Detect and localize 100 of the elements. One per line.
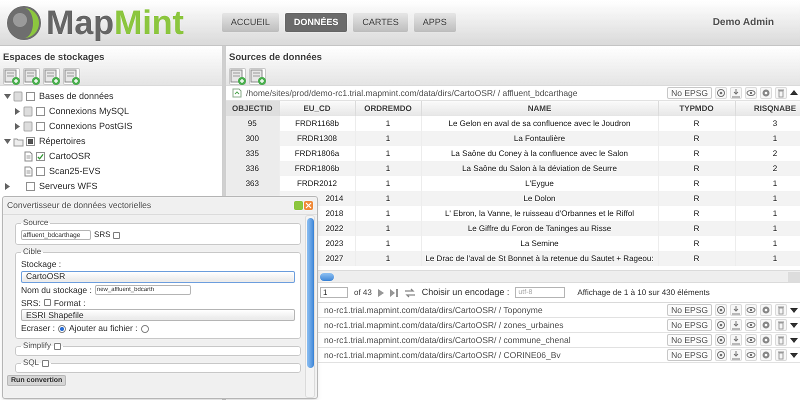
radio-button[interactable] — [140, 324, 149, 333]
eye-icon[interactable] — [746, 88, 756, 98]
checkbox[interactable] — [36, 167, 45, 176]
fieldset-legend: Simplify — [23, 340, 52, 352]
checkbox[interactable] — [26, 182, 35, 191]
field-label: Ecraser : — [21, 322, 56, 335]
nav-tab[interactable]: ACCUEIL — [222, 13, 279, 32]
table-cell-text: Le Dolon — [523, 194, 556, 202]
add-table-icon[interactable] — [4, 68, 20, 85]
table-cell-text: R — [694, 194, 700, 202]
tree-item-label[interactable]: Répertoires — [39, 134, 86, 148]
table-cell-text: 1 — [772, 134, 778, 142]
checkbox[interactable] — [42, 360, 50, 366]
collapse-arrow-icon[interactable] — [4, 138, 11, 145]
download-icon[interactable] — [731, 335, 741, 345]
trash-icon[interactable] — [776, 350, 786, 360]
expand-arrow-icon[interactable] — [14, 123, 21, 130]
collapse-caret-icon[interactable] — [790, 89, 798, 97]
column-header[interactable]: OBJECTID — [226, 101, 279, 116]
scrollbar-thumb[interactable] — [320, 272, 334, 280]
nav-tab[interactable]: APPS — [414, 13, 456, 32]
trash-icon[interactable] — [776, 305, 786, 315]
nav-tab[interactable]: DONNÉES — [284, 13, 348, 32]
download-icon[interactable] — [731, 320, 741, 330]
tree-item-label[interactable]: Scan25-EVS — [49, 164, 101, 178]
table-cell-text: FRDR2012 — [296, 178, 337, 188]
table-cell-text: 95 — [248, 118, 257, 128]
radio-button[interactable] — [58, 324, 66, 333]
download-icon[interactable] — [731, 350, 741, 360]
checkbox[interactable] — [36, 122, 45, 131]
download-icon[interactable] — [731, 88, 741, 98]
expand-arrow-icon[interactable] — [4, 183, 11, 190]
download-icon[interactable] — [731, 305, 741, 315]
file-icon — [23, 166, 34, 177]
fieldset-legend: Source — [23, 217, 48, 229]
tree-item-label[interactable]: Bases de données — [39, 90, 114, 104]
trash-icon[interactable] — [776, 88, 786, 98]
add-file-icon[interactable] — [44, 68, 60, 85]
checkbox[interactable] — [36, 152, 45, 161]
epsg-button[interactable]: No EPSG — [667, 87, 712, 99]
format-select[interactable]: ESRI Shapefile — [21, 309, 295, 322]
eye-icon[interactable] — [746, 320, 756, 330]
epsg-button[interactable]: No EPSG — [667, 304, 712, 316]
table-cell-text: 1 — [386, 238, 390, 248]
source-path[interactable]: no-rc1.trial.mapmint.com/data/dirs/CartoOSR/ / CORINE06_Bv — [324, 348, 561, 362]
table-cell-text: 1 — [772, 194, 778, 202]
checkbox[interactable] — [36, 107, 45, 116]
eye-icon[interactable] — [746, 335, 756, 345]
epsg-button[interactable]: No EPSG — [667, 334, 712, 346]
expand-caret-icon[interactable] — [790, 321, 798, 329]
table-cell-text: 2027 — [326, 254, 344, 262]
tree-item-label[interactable]: Connexions MySQL — [49, 104, 130, 118]
add-file-icon[interactable] — [250, 68, 266, 85]
page-field[interactable]: 1 — [320, 287, 348, 298]
table-cell-text: 1 — [772, 208, 778, 218]
encoding-label: Choisir un encodage : — [422, 286, 510, 299]
source-path[interactable]: /home/sites/prod/demo-rc1.trial.mapmint.com/data/dirs/CartoOSR/ / affluent_bdcarthage — [246, 86, 578, 100]
storage-select[interactable]: CartoOSR — [21, 270, 295, 283]
trash-icon[interactable] — [776, 335, 786, 345]
user-name[interactable]: Demo Admin — [712, 15, 774, 30]
checkbox[interactable] — [54, 342, 62, 350]
close-button[interactable] — [304, 201, 313, 210]
source-path[interactable]: no-rc1.trial.mapmint.com/data/dirs/CartoOSR/ / commune_chenal — [324, 334, 571, 346]
expand-caret-icon[interactable] — [790, 351, 798, 359]
tree-item-label[interactable]: CartoOSR — [49, 150, 91, 164]
expand-arrow-icon[interactable] — [14, 108, 21, 115]
expand-caret-icon[interactable] — [790, 306, 798, 314]
trash-icon[interactable] — [776, 320, 786, 330]
epsg-button[interactable]: No EPSG — [667, 349, 712, 361]
field-label: Format : — [54, 296, 86, 310]
table-cell-text: 1 — [386, 134, 390, 142]
table-cell-text: L' Ebron, la Vanne, le ruisseau d'Orbannes et le Riffol — [444, 208, 634, 218]
table-cell-text: R — [694, 238, 700, 248]
target-icon[interactable] — [716, 88, 726, 98]
eye-icon[interactable] — [746, 305, 756, 315]
expand-caret-icon[interactable] — [790, 336, 798, 344]
table-cell-text: L'Eygue — [525, 178, 554, 188]
add-file-icon[interactable] — [230, 68, 246, 85]
tree-item-label[interactable]: Connexions PostGIS — [49, 120, 133, 134]
next-page-icon[interactable] — [378, 288, 384, 296]
nav-tab[interactable]: CARTES — [353, 13, 408, 32]
tree-item-label[interactable]: Serveurs WFS — [39, 180, 98, 194]
source-path[interactable]: no-rc1.trial.mapmint.com/data/dirs/CartoOSR/ / zones_urbaines — [324, 318, 564, 332]
checkbox[interactable] — [26, 92, 35, 101]
fieldset-legend: Cible — [23, 246, 42, 258]
eye-icon[interactable] — [746, 350, 756, 360]
table-cell-text: 1 — [386, 178, 390, 188]
source-path[interactable]: no-rc1.trial.mapmint.com/data/dirs/CartoOSR/ / Toponyme — [324, 304, 543, 316]
add-file-icon[interactable] — [64, 68, 80, 85]
checkbox[interactable] — [44, 299, 51, 306]
table-cell-text: Le Drac de l'aval de St Bonnet à la retenue du Sautet + Rageou: — [425, 254, 654, 262]
epsg-button[interactable]: No EPSG — [667, 319, 712, 331]
last-page-icon[interactable] — [390, 288, 398, 296]
checkbox[interactable] — [26, 137, 35, 146]
table-cell-text: FRDR1308 — [296, 134, 337, 142]
table-cell-text: 300 — [246, 134, 259, 142]
scrollbar-thumb[interactable] — [306, 218, 314, 368]
table-cell-text: FRDR1806b — [294, 164, 340, 172]
collapse-arrow-icon[interactable] — [4, 93, 11, 100]
checkbox[interactable] — [113, 232, 120, 238]
